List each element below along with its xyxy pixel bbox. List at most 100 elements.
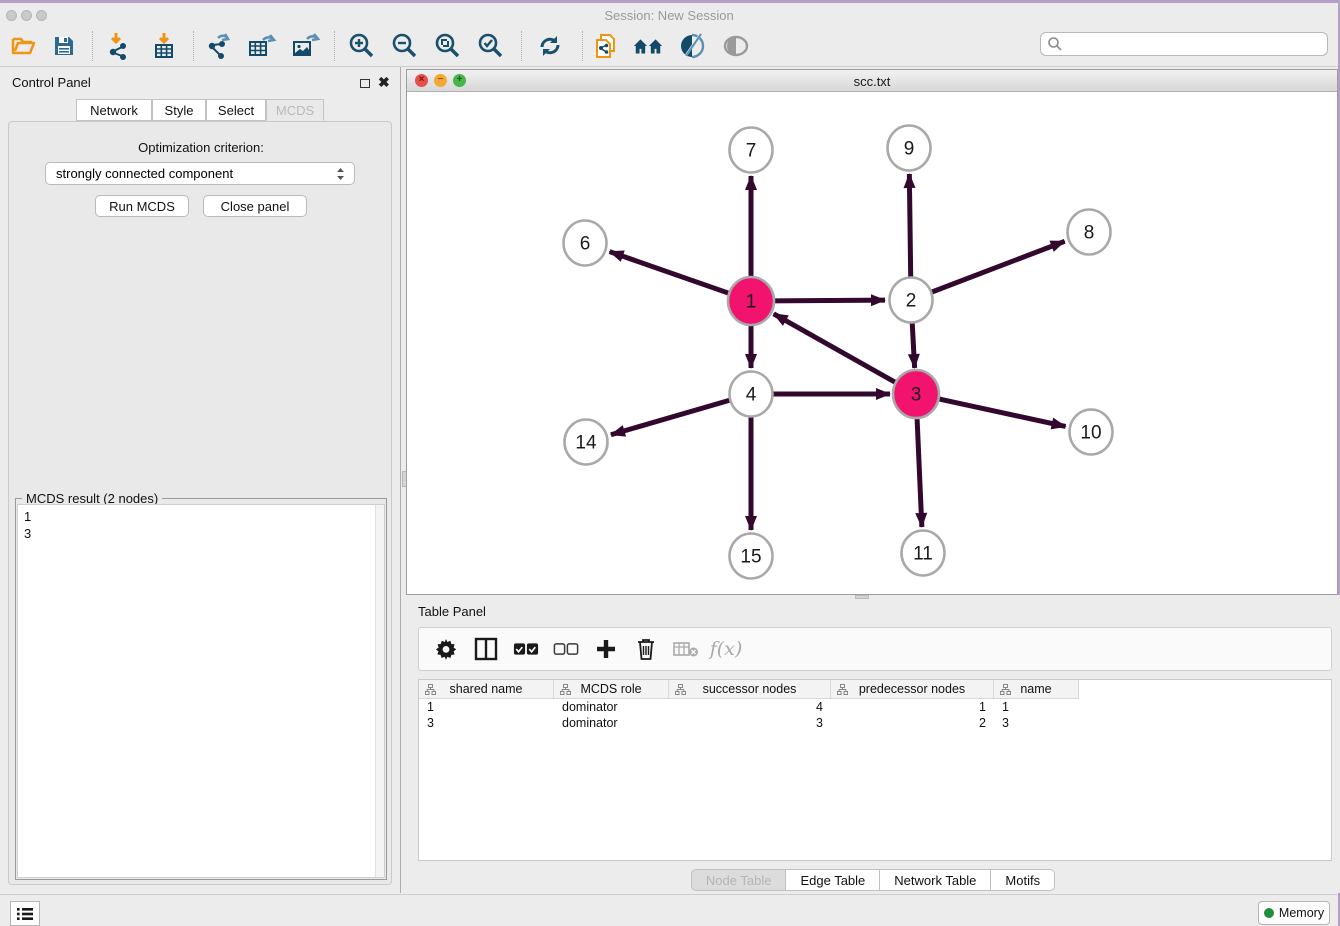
memory-status-dot	[1264, 908, 1274, 918]
control-panel: Control Panel ✖ NetworkStyleSelectMCDS O…	[0, 67, 400, 893]
mcds-panel: Optimization criterion: strongly connect…	[8, 121, 392, 885]
toolbar-separator	[521, 31, 522, 61]
open-session-icon[interactable]	[8, 31, 40, 61]
control-panel-header: Control Panel ✖	[0, 71, 400, 93]
zoom-fit-icon[interactable]	[432, 31, 464, 61]
toolbar-separator	[582, 31, 583, 61]
zoom-out-icon[interactable]	[389, 31, 421, 61]
mcds-result-textarea[interactable]: 13	[17, 504, 385, 878]
app-titlebar: Session: New Session	[0, 3, 1338, 25]
graph-node-15[interactable]: 15	[730, 534, 773, 579]
tab-style[interactable]: Style	[152, 99, 206, 121]
result-line: 1	[24, 508, 378, 525]
tab-edge-table[interactable]: Edge Table	[786, 869, 880, 891]
network-window-titlebar: × − + scc.txt	[407, 70, 1337, 92]
hide-selected-eye-icon[interactable]	[720, 31, 752, 61]
tab-mcds[interactable]: MCDS	[266, 99, 324, 121]
column-label: shared name	[450, 682, 523, 696]
show-panels-list-button[interactable]	[10, 901, 40, 926]
import-network-icon[interactable]	[102, 31, 134, 61]
column-header-shared-name[interactable]: shared name	[419, 680, 554, 699]
export-network-icon[interactable]	[203, 31, 235, 61]
column-label: successor nodes	[703, 682, 797, 696]
graph-node-14[interactable]: 14	[565, 420, 608, 465]
column-header-name[interactable]: name	[994, 680, 1079, 699]
edge-3-to-10[interactable]	[937, 398, 1066, 426]
graph-node-7[interactable]: 7	[730, 128, 773, 173]
node-label: 6	[580, 234, 591, 255]
save-session-icon[interactable]	[48, 31, 80, 61]
edge-3-to-11[interactable]	[917, 415, 922, 527]
clone-network-icon[interactable]	[590, 31, 622, 61]
toggle-column-display-icon[interactable]	[473, 636, 499, 662]
table-header-row: shared name MCDS role successor nodes prede…	[419, 680, 1331, 699]
delete-table-icon[interactable]	[673, 636, 699, 662]
edge-3-to-1[interactable]	[774, 314, 898, 384]
list-icon	[16, 907, 34, 921]
status-bar: Memory	[0, 894, 1338, 926]
edge-4-to-14[interactable]	[611, 400, 731, 435]
table-cell: 3	[669, 715, 831, 731]
column-header-MCDS-role[interactable]: MCDS role	[554, 680, 669, 699]
graph-node-9[interactable]: 9	[888, 126, 931, 171]
edge-1-to-6[interactable]	[610, 252, 732, 294]
optimization-criterion-label: Optimization criterion:	[9, 140, 393, 155]
table-cell: 3	[994, 715, 1079, 731]
delete-column-icon[interactable]	[633, 636, 659, 662]
tab-network[interactable]: Network	[76, 99, 152, 121]
toolbar-separator	[334, 31, 335, 61]
zoom-in-icon[interactable]	[346, 31, 378, 61]
node-table: shared name MCDS role successor nodes prede…	[418, 679, 1332, 861]
refresh-view-icon[interactable]	[534, 31, 566, 61]
search-input[interactable]	[1063, 34, 1327, 54]
memory-button[interactable]: Memory	[1258, 901, 1330, 925]
table-panel: Table Panel ✖ f(x) shared nameMCDS roles…	[406, 599, 1340, 893]
add-column-icon[interactable]	[593, 636, 619, 662]
edge-2-to-8[interactable]	[931, 241, 1065, 292]
node-label: 4	[746, 385, 757, 406]
zoom-selected-icon[interactable]	[475, 31, 507, 61]
graph-node-6[interactable]: 6	[564, 221, 607, 266]
graphics-details-icon[interactable]	[676, 31, 708, 61]
tab-network-table[interactable]: Network Table	[880, 869, 991, 891]
table-cell: 3	[419, 715, 554, 731]
close-panel-button[interactable]: Close panel	[203, 195, 307, 217]
node-label: 14	[575, 433, 597, 454]
deselect-all-rows-icon[interactable]	[553, 636, 579, 662]
settings-gear-icon[interactable]	[433, 636, 459, 662]
edge-2-to-9[interactable]	[909, 174, 910, 279]
run-mcds-button[interactable]: Run MCDS	[95, 195, 189, 217]
result-scrollbar[interactable]	[375, 505, 384, 877]
apply-function-icon[interactable]: f(x)	[713, 636, 739, 662]
graph-node-2[interactable]: 2	[890, 278, 933, 323]
graph-node-8[interactable]: 8	[1068, 210, 1111, 255]
column-header-successor-nodes[interactable]: successor nodes	[669, 680, 831, 699]
tab-node-table[interactable]: Node Table	[691, 869, 787, 891]
export-image-icon[interactable]	[290, 31, 322, 61]
graph-node-11[interactable]: 11	[902, 531, 945, 576]
tab-motifs[interactable]: Motifs	[991, 869, 1055, 891]
criterion-select[interactable]: strongly connected component	[45, 162, 355, 185]
node-label: 15	[740, 547, 761, 568]
import-table-icon[interactable]	[148, 31, 180, 61]
edge-1-to-2[interactable]	[772, 300, 885, 301]
tab-select[interactable]: Select	[206, 99, 266, 121]
table-body: 1dominator4113dominator323	[419, 699, 1331, 731]
first-neighbors-icon[interactable]	[632, 31, 664, 61]
column-label: predecessor nodes	[859, 682, 965, 696]
search-icon	[1047, 36, 1063, 52]
graph-node-4[interactable]: 4	[730, 372, 773, 417]
close-panel-icon[interactable]: ✖	[378, 74, 390, 91]
table-row[interactable]: 3dominator323	[419, 715, 1331, 731]
table-row[interactable]: 1dominator411	[419, 699, 1331, 715]
column-label: MCDS role	[580, 682, 641, 696]
select-all-rows-icon[interactable]	[513, 636, 539, 662]
graph-node-3[interactable]: 3	[893, 370, 939, 418]
network-graph-canvas[interactable]: 7 9 6 8 1 2 4 3 14 10 15 11	[407, 92, 1337, 594]
float-panel-icon[interactable]	[360, 79, 370, 88]
column-header-predecessor-nodes[interactable]: predecessor nodes	[831, 680, 994, 699]
export-table-icon[interactable]	[246, 31, 278, 61]
graph-node-10[interactable]: 10	[1070, 410, 1113, 455]
graph-node-1[interactable]: 1	[728, 277, 774, 325]
edge-2-to-3[interactable]	[912, 321, 915, 368]
